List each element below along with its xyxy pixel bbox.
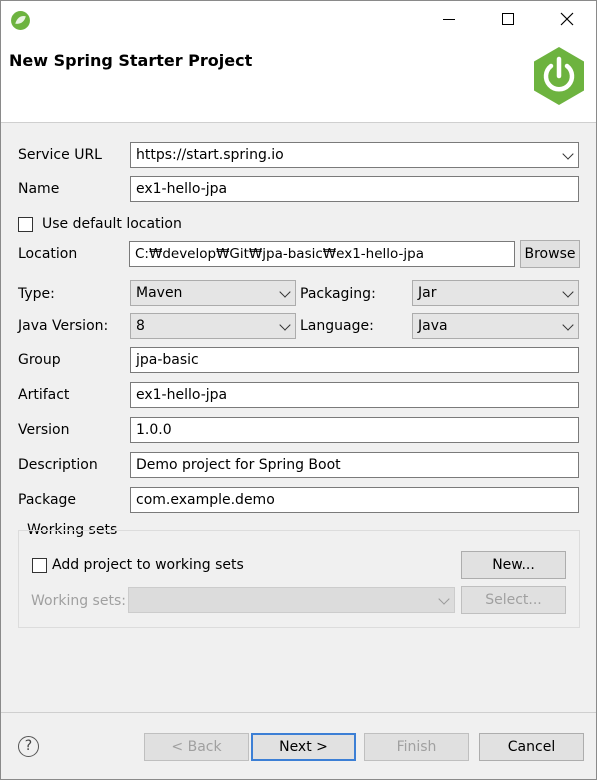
- chevron-down-icon: [562, 286, 574, 298]
- language-select[interactable]: Java: [412, 313, 579, 339]
- close-icon[interactable]: [560, 12, 574, 26]
- artifact-field[interactable]: ex1-hello-jpa: [130, 382, 579, 408]
- packaging-select[interactable]: Jar: [412, 280, 579, 306]
- finish-button[interactable]: Finish: [364, 733, 469, 761]
- chevron-down-icon: [438, 593, 450, 605]
- version-label: Version: [18, 422, 70, 438]
- wizard-header: New Spring Starter Project: [1, 39, 596, 123]
- location-label: Location: [18, 246, 78, 262]
- type-select[interactable]: Maven: [130, 280, 296, 306]
- service-url-label: Service URL: [18, 147, 102, 163]
- chevron-down-icon: [562, 319, 574, 331]
- java-version-value: 8: [136, 318, 145, 334]
- name-label: Name: [18, 181, 60, 197]
- working-sets-label: Working sets:: [31, 593, 126, 609]
- java-version-select[interactable]: 8: [130, 313, 296, 339]
- service-url-combo[interactable]: https://start.spring.io: [130, 142, 579, 168]
- title-bar: [1, 1, 596, 39]
- service-url-value: https://start.spring.io: [136, 147, 284, 163]
- page-title: New Spring Starter Project: [9, 51, 253, 70]
- description-label: Description: [18, 457, 98, 473]
- wizard-window: New Spring Starter Project Service URL h…: [0, 0, 597, 780]
- packaging-value: Jar: [418, 285, 437, 301]
- browse-button[interactable]: Browse: [520, 240, 580, 268]
- language-label: Language:: [300, 318, 374, 334]
- select-working-sets-button[interactable]: Select...: [461, 586, 566, 614]
- add-to-working-sets-checkbox[interactable]: [32, 558, 47, 573]
- location-field[interactable]: C:₩develop₩Git₩jpa-basic₩ex1-hello-jpa: [129, 241, 515, 267]
- help-icon[interactable]: ?: [18, 736, 39, 757]
- java-version-label: Java Version:: [18, 318, 109, 334]
- version-field[interactable]: 1.0.0: [130, 417, 579, 443]
- group-field[interactable]: jpa-basic: [130, 347, 579, 373]
- name-field[interactable]: ex1-hello-jpa: [130, 176, 579, 202]
- maximize-icon[interactable]: [502, 13, 514, 25]
- add-to-working-sets-label: Add project to working sets: [52, 557, 244, 573]
- minimize-icon[interactable]: [443, 19, 455, 20]
- use-default-location-checkbox[interactable]: [18, 217, 33, 232]
- footer-separator: [1, 712, 596, 713]
- cancel-button[interactable]: Cancel: [479, 733, 584, 761]
- spring-boot-power-icon: [534, 47, 584, 105]
- next-button[interactable]: Next >: [251, 733, 356, 761]
- group-label: Group: [18, 352, 61, 368]
- type-label: Type:: [18, 286, 55, 302]
- package-label: Package: [18, 492, 77, 508]
- chevron-down-icon: [279, 319, 291, 331]
- chevron-down-icon: [562, 148, 574, 160]
- use-default-location-label: Use default location: [42, 216, 182, 232]
- spring-tool-icon: [11, 11, 30, 30]
- artifact-label: Artifact: [18, 387, 70, 403]
- new-working-set-button[interactable]: New...: [461, 551, 566, 579]
- packaging-label: Packaging:: [300, 286, 376, 302]
- package-field[interactable]: com.example.demo: [130, 487, 579, 513]
- language-value: Java: [418, 318, 448, 334]
- working-sets-select[interactable]: [128, 587, 455, 613]
- back-button[interactable]: < Back: [144, 733, 249, 761]
- chevron-down-icon: [279, 286, 291, 298]
- type-value: Maven: [136, 285, 183, 301]
- description-field[interactable]: Demo project for Spring Boot: [130, 452, 579, 478]
